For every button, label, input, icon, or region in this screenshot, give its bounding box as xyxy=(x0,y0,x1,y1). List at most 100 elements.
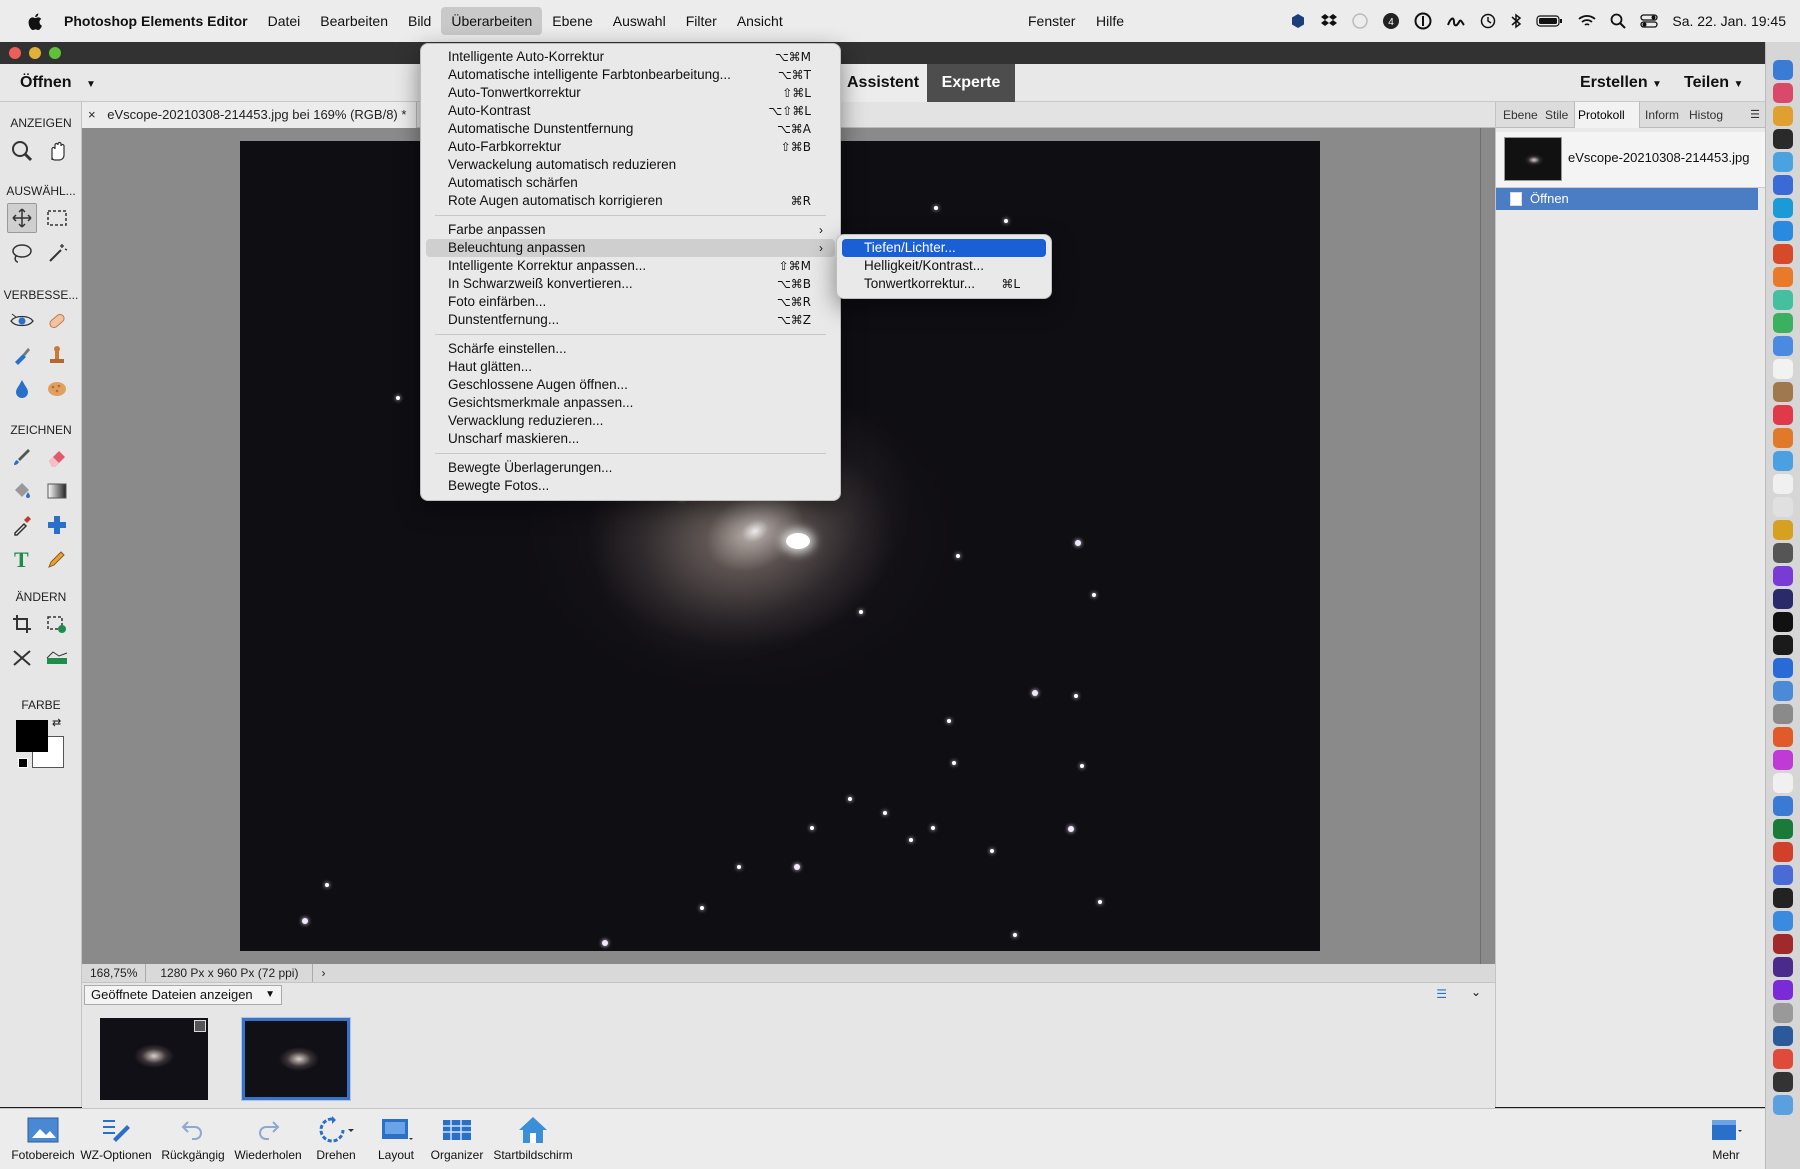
excel-icon[interactable] xyxy=(1773,819,1793,839)
menubar-clock[interactable]: Sa. 22. Jan. 19:45 xyxy=(1672,13,1786,29)
redo-button[interactable]: Wiederholen xyxy=(230,1115,306,1162)
apple-icon[interactable] xyxy=(18,7,52,35)
lasso-tool-icon[interactable] xyxy=(7,238,37,268)
bin-menu-icon[interactable]: ☰ xyxy=(1436,987,1447,1001)
notes-icon[interactable] xyxy=(1773,129,1793,149)
shape-tool-icon[interactable] xyxy=(42,510,72,540)
app-icon[interactable] xyxy=(1773,727,1793,747)
menu-bild[interactable]: Bild xyxy=(398,7,441,35)
minimize-window-icon[interactable] xyxy=(29,47,41,59)
content-aware-move-tool-icon[interactable] xyxy=(7,643,37,673)
red-eye-tool-icon[interactable] xyxy=(7,306,37,336)
generic-status-icon[interactable] xyxy=(1352,13,1369,29)
app-icon[interactable] xyxy=(1773,681,1793,701)
submenu-item-helligkeit-kontrast[interactable]: Helligkeit/Kontrast... xyxy=(842,257,1046,275)
close-window-icon[interactable] xyxy=(9,47,21,59)
menu-bearbeiten[interactable]: Bearbeiten xyxy=(310,7,398,35)
app-icon[interactable] xyxy=(1773,543,1793,563)
tab-ebenen[interactable]: Ebene xyxy=(1500,102,1542,128)
menu-item-auto-intelligente-farbtonbearbeitung[interactable]: Automatische intelligente Farbtonbearbei… xyxy=(426,66,835,84)
menu-ueberarbeiten[interactable]: Überarbeiten xyxy=(441,7,543,35)
app-grid-icon[interactable] xyxy=(1773,106,1793,126)
menu-item-auto-farbkorrektur[interactable]: Auto-Farbkorrektur ⇧⌘B xyxy=(426,138,835,156)
submenu-item-tonwertkorrektur[interactable]: Tonwertkorrektur... ⌘L xyxy=(842,275,1046,293)
tab-histogramm[interactable]: Histog xyxy=(1686,102,1730,128)
app-icon[interactable] xyxy=(1773,612,1793,632)
menu-item-dunstentfernung[interactable]: Dunstentfernung... ⌥⌘Z xyxy=(426,311,835,329)
facetime-icon[interactable] xyxy=(1773,290,1793,310)
menu-item-haut-glaetten[interactable]: Haut glätten... xyxy=(426,358,835,376)
smart-brush-tool-icon[interactable] xyxy=(7,340,37,370)
menu-item-auto-kontrast[interactable]: Auto-Kontrast ⌥⇧⌘L xyxy=(426,102,835,120)
word-icon[interactable] xyxy=(1773,796,1793,816)
text-tool-icon[interactable]: T xyxy=(7,544,37,574)
app-icon[interactable] xyxy=(1773,704,1793,724)
control-center-icon[interactable] xyxy=(1640,14,1659,28)
menu-item-schaerfe-einstellen[interactable]: Schärfe einstellen... xyxy=(426,340,835,358)
more-button[interactable]: Mehr xyxy=(1700,1115,1752,1162)
marquee-tool-icon[interactable] xyxy=(42,203,72,233)
undo-button[interactable]: Rückgängig xyxy=(158,1115,228,1162)
clone-stamp-tool-icon[interactable] xyxy=(42,340,72,370)
menu-item-auto-dunstentfernung[interactable]: Automatische Dunstentfernung ⌥⌘A xyxy=(426,120,835,138)
menu-filter[interactable]: Filter xyxy=(676,7,727,35)
history-snapshot[interactable]: eVscope-20210308-214453.jpg xyxy=(1496,132,1766,188)
tab-stile[interactable]: Stile xyxy=(1542,102,1574,128)
zoom-level[interactable]: 168,75% xyxy=(82,964,147,982)
app-icon[interactable] xyxy=(1773,566,1793,586)
paint-bucket-tool-icon[interactable] xyxy=(7,476,37,506)
bluetooth-icon[interactable] xyxy=(1510,13,1522,29)
app-icon[interactable] xyxy=(1773,980,1793,1000)
messages-icon[interactable] xyxy=(1773,313,1793,333)
mode-assistant-button[interactable]: Assistent xyxy=(833,64,934,102)
badge-status-icon[interactable]: 4 xyxy=(1382,12,1400,30)
menu-item-bewegte-ueberlagerungen[interactable]: Bewegte Überlagerungen... xyxy=(426,459,835,477)
app-hexagon-icon[interactable] xyxy=(1290,13,1306,29)
menu-auswahl[interactable]: Auswahl xyxy=(603,7,676,35)
organizer-button[interactable]: Organizer xyxy=(426,1115,488,1162)
status-expand-arrow[interactable]: › xyxy=(313,964,333,982)
menu-item-rote-augen-auto[interactable]: Rote Augen automatisch korrigieren ⌘R xyxy=(426,192,835,210)
app-icon[interactable] xyxy=(1773,865,1793,885)
wifi-icon[interactable] xyxy=(1578,14,1596,28)
panel-menu-icon[interactable]: ☰ xyxy=(1750,108,1760,121)
history-state-open[interactable]: Öffnen xyxy=(1496,188,1758,210)
menu-ebene[interactable]: Ebene xyxy=(542,7,602,35)
zoom-window-icon[interactable] xyxy=(49,47,61,59)
chrome-icon[interactable] xyxy=(1773,244,1793,264)
browser-icon[interactable] xyxy=(1773,152,1793,172)
misc-app-icon[interactable] xyxy=(1773,382,1793,402)
recompose-tool-icon[interactable] xyxy=(42,609,72,639)
menu-hilfe[interactable]: Hilfe xyxy=(1086,7,1134,35)
finder-icon[interactable] xyxy=(1773,60,1793,80)
menu-item-farbe-anpassen[interactable]: Farbe anpassen › xyxy=(426,221,835,239)
menu-fenster[interactable]: Fenster xyxy=(1018,7,1085,35)
spotlight-search-icon[interactable] xyxy=(1610,13,1627,29)
firefox-icon[interactable] xyxy=(1773,267,1793,287)
books-icon[interactable] xyxy=(1773,428,1793,448)
maps-icon[interactable] xyxy=(1773,451,1793,471)
submenu-item-tiefen-lichter[interactable]: Tiefen/Lichter... xyxy=(842,239,1046,257)
create-button[interactable]: Erstellen ▼ xyxy=(1566,64,1676,102)
crop-tool-icon[interactable] xyxy=(7,609,37,639)
menu-item-auto-tonwertkorrektur[interactable]: Auto-Tonwertkorrektur ⇧⌘L xyxy=(426,84,835,102)
zoom-tool-icon[interactable] xyxy=(7,136,37,166)
app-icon[interactable] xyxy=(1773,658,1793,678)
default-colors-icon[interactable] xyxy=(18,758,28,768)
music-icon[interactable] xyxy=(1773,405,1793,425)
app-icon[interactable] xyxy=(1773,635,1793,655)
swap-colors-icon[interactable]: ⇄ xyxy=(52,716,61,729)
menu-ansicht[interactable]: Ansicht xyxy=(727,7,793,35)
sponge-tool-icon[interactable] xyxy=(42,374,72,404)
bin-source-select[interactable]: Geöffnete Dateien anzeigen ▼ xyxy=(84,985,282,1005)
menu-item-beleuchtung-anpassen[interactable]: Beleuchtung anpassen › xyxy=(426,239,835,257)
app-icon[interactable] xyxy=(1773,1049,1793,1069)
eyedropper-tool-icon[interactable] xyxy=(7,510,37,540)
photo-bin-button[interactable]: Fotobereich xyxy=(6,1115,80,1162)
menu-item-auto-schaerfen[interactable]: Automatisch schärfen xyxy=(426,174,835,192)
eraser-tool-icon[interactable] xyxy=(42,442,72,472)
calendar-icon[interactable] xyxy=(1773,474,1793,494)
powerpoint-icon[interactable] xyxy=(1773,842,1793,862)
menu-item-augen-oeffnen[interactable]: Geschlossene Augen öffnen... xyxy=(426,376,835,394)
app-icon[interactable] xyxy=(1773,773,1793,793)
